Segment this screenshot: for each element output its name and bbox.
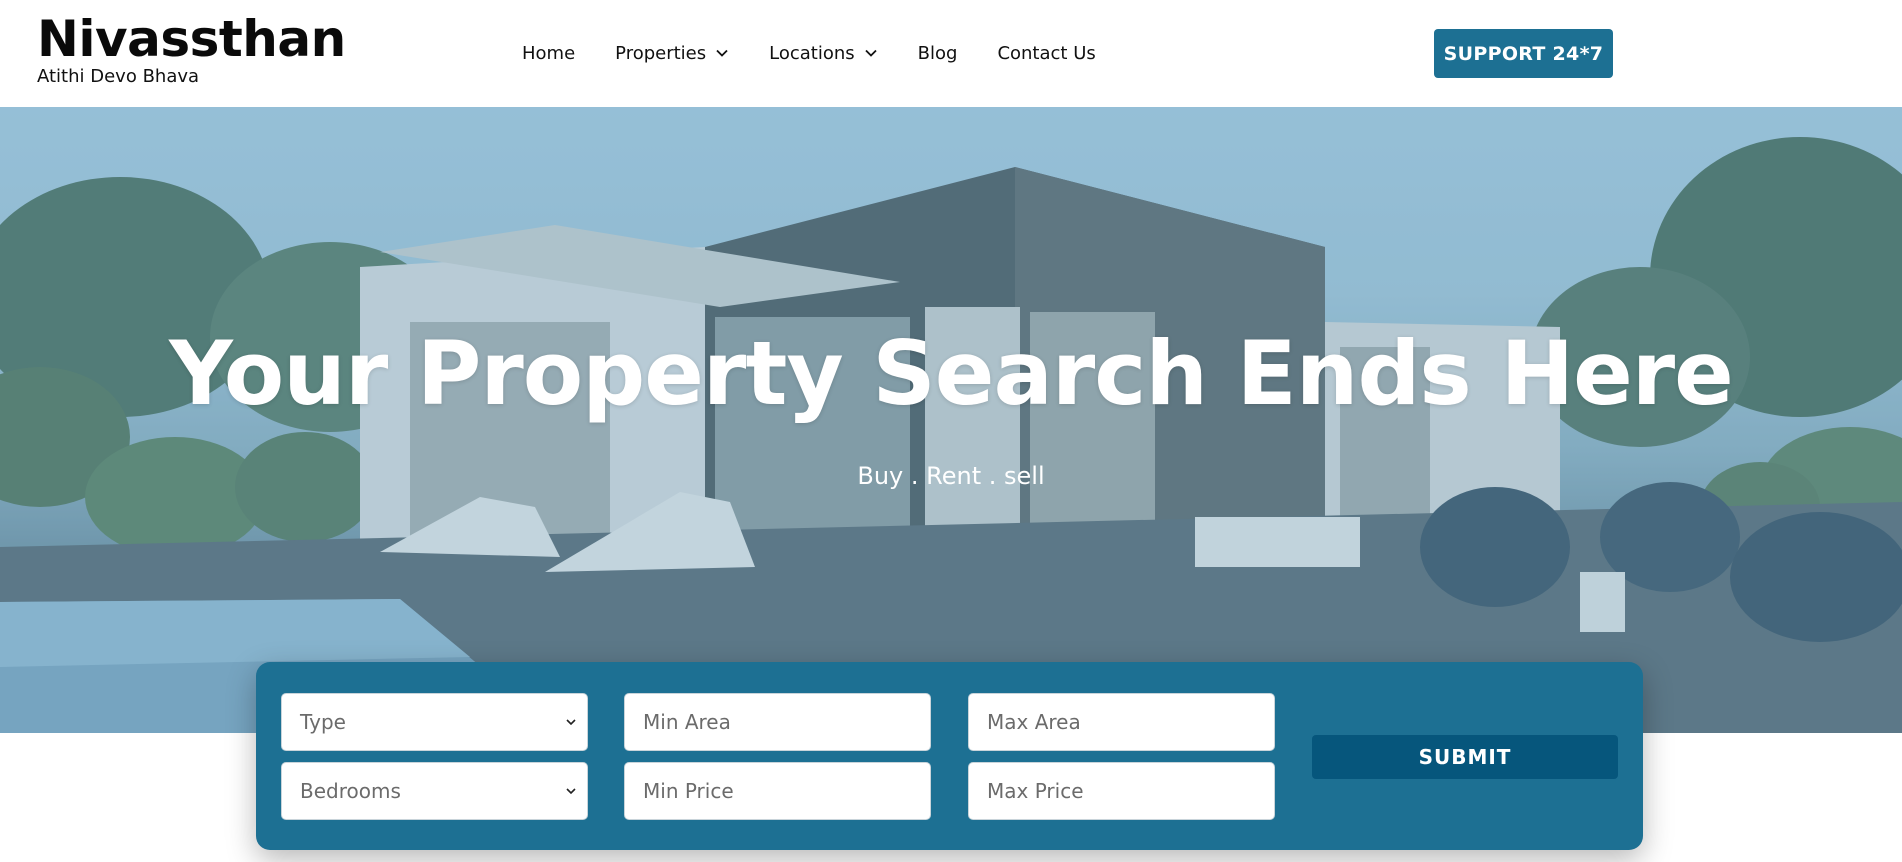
main-nav: Home Properties Locations Blog Contact U… [522, 40, 1136, 66]
property-search-form: Type Min Area Max Area Bedrooms Min Pric… [256, 662, 1643, 850]
min-area-placeholder: Min Area [643, 710, 731, 734]
nav-item-label: Blog [917, 42, 958, 64]
min-price-placeholder: Min Price [643, 779, 734, 803]
hero-title: Your Property Search Ends Here [169, 322, 1734, 425]
site-header: Nivassthan Atithi Devo Bhava Home Proper… [0, 0, 1902, 107]
nav-item-home[interactable]: Home [522, 43, 575, 64]
type-select-value: Type [300, 710, 346, 734]
chevron-down-icon [865, 49, 877, 57]
support-button[interactable]: SUPPORT 24*7 [1434, 29, 1613, 78]
nav-item-label: Contact Us [997, 42, 1096, 64]
chevron-down-icon [566, 788, 576, 795]
type-select[interactable]: Type [281, 693, 588, 751]
bedrooms-select[interactable]: Bedrooms [281, 762, 588, 820]
hero-subtitle: Buy . Rent . sell [857, 462, 1045, 490]
nav-item-properties[interactable]: Properties [615, 43, 729, 64]
min-price-input[interactable]: Min Price [624, 762, 931, 820]
bedrooms-select-value: Bedrooms [300, 779, 401, 803]
nav-item-label: Locations [769, 42, 855, 64]
nav-item-blog[interactable]: Blog [918, 43, 958, 64]
max-area-input[interactable]: Max Area [968, 693, 1275, 751]
chevron-down-icon [566, 719, 576, 726]
nav-item-locations[interactable]: Locations [769, 43, 878, 64]
max-area-placeholder: Max Area [987, 710, 1081, 734]
hero-banner: Your Property Search Ends Here Buy . Ren… [0, 107, 1902, 733]
nav-item-label: Home [522, 42, 576, 64]
submit-button[interactable]: SUBMIT [1312, 735, 1618, 779]
nav-item-contact[interactable]: Contact Us [997, 43, 1095, 64]
max-price-input[interactable]: Max Price [968, 762, 1275, 820]
brand-tagline: Atithi Devo Bhava [37, 66, 200, 87]
brand-logo[interactable]: Nivassthan Atithi Devo Bhava [37, 10, 346, 88]
brand-title: Nivassthan [37, 10, 346, 68]
chevron-down-icon [716, 49, 728, 57]
min-area-input[interactable]: Min Area [624, 693, 931, 751]
nav-item-label: Properties [615, 42, 707, 64]
max-price-placeholder: Max Price [987, 779, 1084, 803]
